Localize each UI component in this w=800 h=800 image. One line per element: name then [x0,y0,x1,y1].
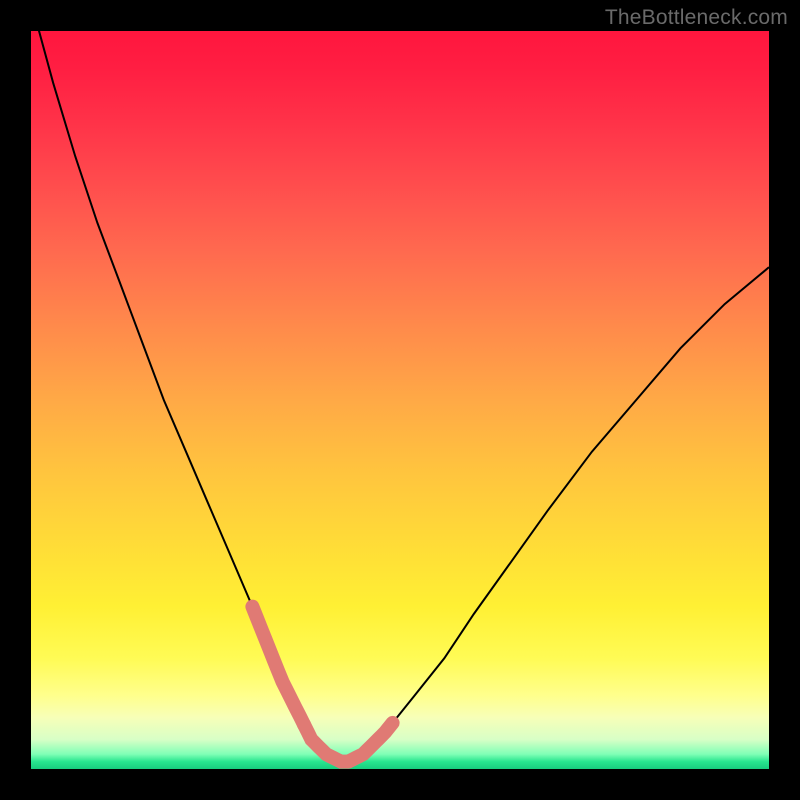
bottleneck-curve [31,31,769,762]
curve-layer [31,31,769,769]
valley-floor-marker [304,725,348,762]
right-ascent-marker [348,723,392,762]
watermark-text: TheBottleneck.com [605,6,788,30]
plot-area [31,31,769,769]
left-descent-marker [252,607,304,725]
chart-frame: TheBottleneck.com [0,0,800,800]
